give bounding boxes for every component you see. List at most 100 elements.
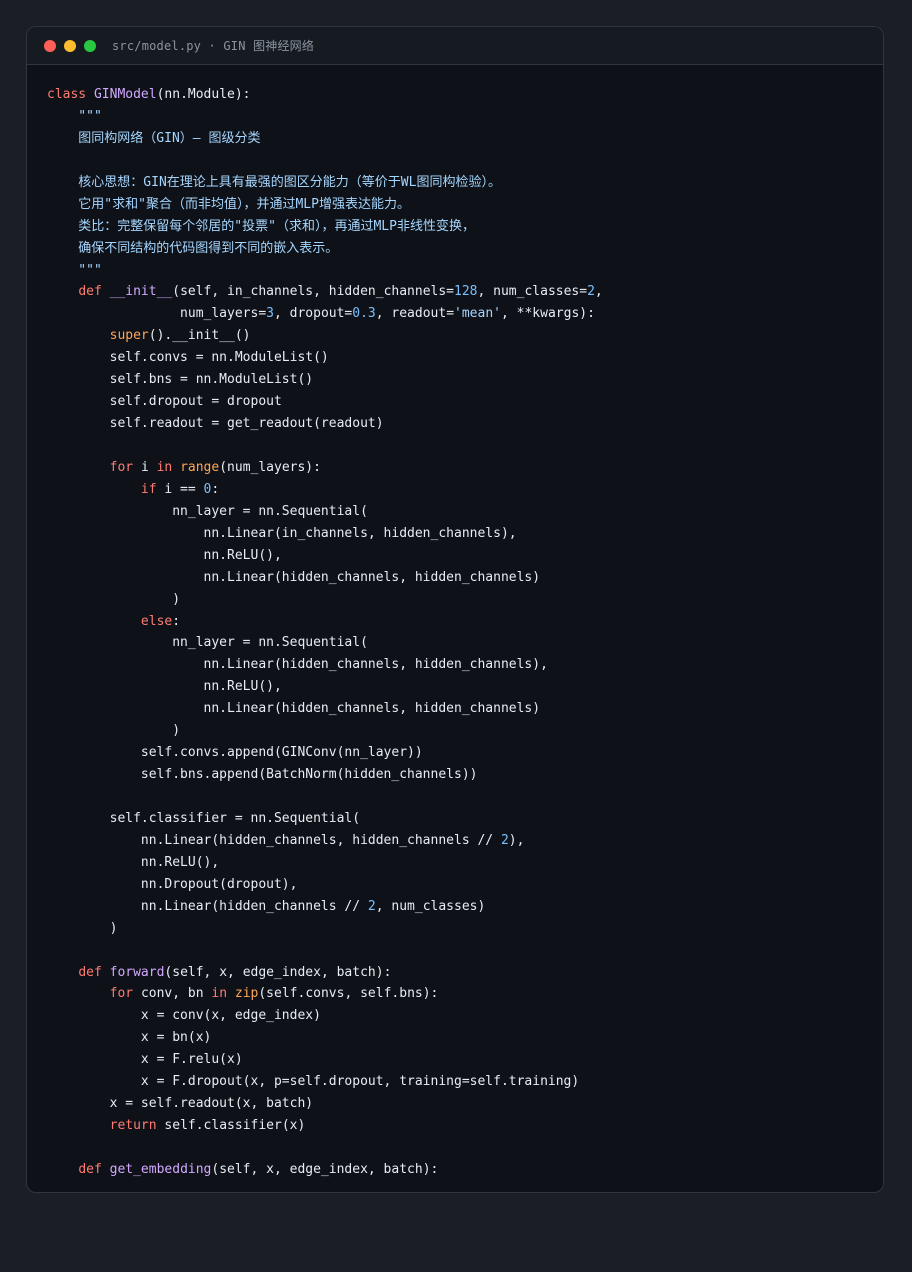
code-line: nn.Linear(hidden_channels // 2, num_clas… [47,896,603,918]
code-token: nn.ReLU(), [47,854,220,870]
code-token: (self, x, edge_index, batch): [164,964,392,980]
code-token: class [47,87,94,102]
code-token: ), [508,832,525,848]
code-line: self.convs = nn.ModuleList() [47,347,603,369]
code-token: 图同构网络（GIN）— 图级分类 [47,130,261,146]
code-token: , dropout= [273,306,353,322]
code-line: nn.Linear(hidden_channels, hidden_channe… [47,698,603,720]
code-token: 128 [454,284,478,300]
code-token: x = F.relu(x) [47,1052,243,1068]
code-line: nn.ReLU(), [47,676,603,698]
code-token: ().__init__() [148,328,251,344]
code-token: self.readout = get_readout(readout) [47,416,384,432]
code-token: in [156,459,181,475]
code-token: self.bns = nn.ModuleList() [47,372,314,388]
code-line: 确保不同结构的代码图得到不同的嵌入表示。 [47,238,603,260]
code-token: self.convs.append(GINConv(nn_layer)) [47,745,423,761]
code-token: ) [47,723,181,739]
code-line: self.bns.append(BatchNorm(hidden_channel… [47,764,603,786]
code-token: get_embedding [109,1161,212,1177]
maximize-icon[interactable] [84,39,96,52]
code-token: for [109,986,141,1002]
code-token: nn.ReLU(), [47,547,282,563]
code-token: if [140,481,165,497]
code-line: nn.ReLU(), [47,545,603,567]
code-token: forward [109,964,165,980]
minimize-icon[interactable] [64,39,76,52]
code-token: __init__ [109,284,173,300]
code-token: 核心思想：GIN在理论上具有最强的图区分能力（等价于WL图同构检验）。 [47,174,501,190]
code-token: 它用"求和"聚合（而非均值），并通过MLP增强表达能力。 [47,196,410,212]
code-line: nn.ReLU(), [47,852,603,874]
code-token: i == [164,481,204,497]
code-token: conv, bn [140,986,212,1002]
code-token: self.dropout = dropout [47,394,282,410]
code-line: self.dropout = dropout [47,391,603,413]
code-token: 类比：完整保留每个邻居的"投票"（求和），再通过MLP非线性变换， [47,218,475,234]
code-token: x = F.dropout(x, p=self.dropout, trainin… [47,1074,580,1090]
code-token: 2 [367,898,376,914]
code-token: self.classifier(x) [164,1118,306,1134]
code-line: 它用"求和"聚合（而非均值），并通过MLP增强表达能力。 [47,194,603,216]
code-editor[interactable]: class GINModel(nn.Module): """ 图同构网络（GIN… [47,84,603,1181]
code-token: x = bn(x) [47,1030,212,1046]
code-line: if i == 0: [47,479,603,501]
code-line: ) [47,589,603,611]
code-line: 核心思想：GIN在理论上具有最强的图区分能力（等价于WL图同构检验）。 [47,172,603,194]
code-token: self.bns.append(BatchNorm(hidden_channel… [47,767,478,783]
code-line: nn_layer = nn.Sequential( [47,632,603,654]
code-token: nn.Linear(hidden_channels, hidden_channe… [47,701,541,717]
code-token: nn.Dropout(dropout), [47,876,298,892]
code-line: num_layers=3, dropout=0.3, readout='mean… [47,303,603,325]
code-token: for [109,459,141,475]
code-token: , **kwargs): [501,306,595,322]
code-line: else: [47,611,603,633]
code-line: nn.Dropout(dropout), [47,874,603,896]
code-token: nn_layer = nn.Sequential( [47,503,368,519]
close-icon[interactable] [44,39,56,52]
code-token: : [211,481,220,497]
code-token: (num_layers): [219,459,321,475]
code-line: nn.Linear(hidden_channels, hidden_channe… [47,654,603,676]
code-token: , num_classes) [375,898,486,914]
code-token: self.convs = nn.ModuleList() [47,350,329,366]
code-token: 2 [500,832,509,848]
code-token: (nn.Module): [156,87,251,102]
code-line: class GINModel(nn.Module): [47,84,603,106]
code-token: , readout= [375,306,455,322]
code-token: range [180,459,220,475]
code-line: x = conv(x, edge_index) [47,1005,603,1027]
code-token: def [78,964,110,980]
code-line: ) [47,720,603,742]
code-token: 3 [266,306,274,322]
code-line: def forward(self, x, edge_index, batch): [47,962,603,984]
code-token: x = conv(x, edge_index) [47,1008,321,1024]
code-token: , [594,284,603,300]
code-token: def [78,284,110,300]
code-token: def [78,1161,110,1177]
code-token: : [172,613,181,629]
code-token: 确保不同结构的代码图得到不同的嵌入表示。 [47,240,339,256]
code-line: """ [47,106,603,128]
code-token: nn.Linear(hidden_channels, hidden_channe… [47,657,548,673]
code-token: nn.ReLU(), [47,679,282,695]
code-token: (self, in_channels, hidden_channels= [172,284,455,300]
code-token: nn.Linear(hidden_channels, hidden_channe… [47,832,501,848]
code-token: ) [47,591,181,607]
code-token: return [109,1118,165,1134]
code-token: GINModel [93,87,157,102]
code-line: 图同构网络（GIN）— 图级分类 [47,128,603,150]
code-token: nn.Linear(hidden_channels // [47,898,368,914]
window-titlebar: src/model.py · GIN 图神经网络 [27,27,883,65]
code-line: ) [47,918,603,940]
code-line: for i in range(num_layers): [47,457,603,479]
